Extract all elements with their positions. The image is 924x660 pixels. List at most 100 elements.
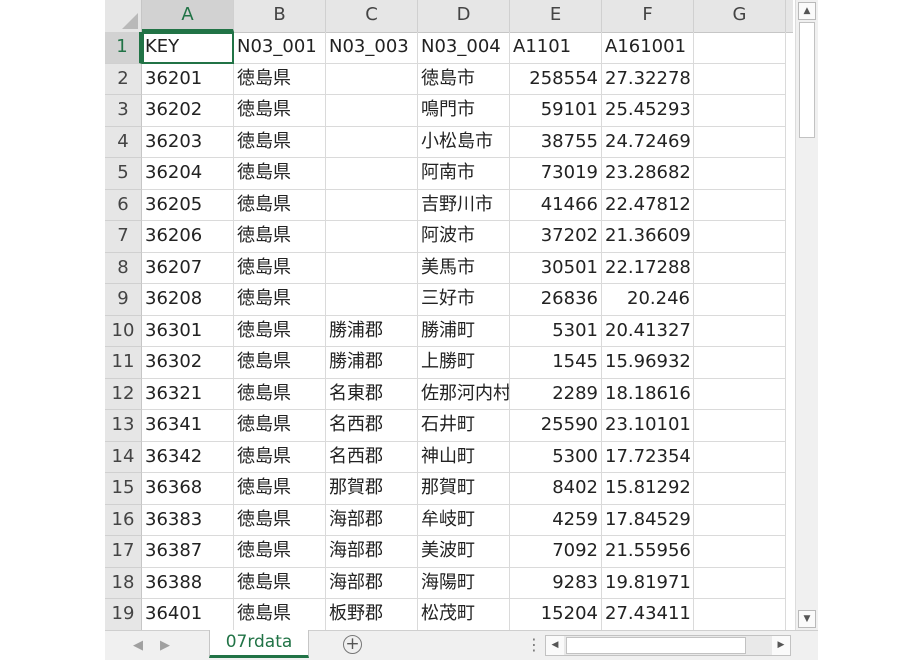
cell-g4[interactable]: [694, 126, 786, 158]
scroll-left-arrow-icon[interactable]: ◀: [546, 636, 564, 655]
row-header-18[interactable]: 18: [105, 567, 142, 599]
cell-b17[interactable]: 徳島県: [234, 536, 326, 568]
row-header-3[interactable]: 3: [105, 95, 142, 127]
cell-a10[interactable]: 36301: [142, 315, 234, 347]
cell-f13[interactable]: 23.10101: [602, 410, 694, 442]
cell-f2[interactable]: 27.32278: [602, 63, 694, 95]
cell-b2[interactable]: 徳島県: [234, 63, 326, 95]
cell-a18[interactable]: 36388: [142, 567, 234, 599]
cell-f8[interactable]: 22.17288: [602, 252, 694, 284]
cell-a9[interactable]: 36208: [142, 284, 234, 316]
cell-d13[interactable]: 石井町: [418, 410, 510, 442]
row-header-15[interactable]: 15: [105, 473, 142, 505]
cell-e17[interactable]: 7092: [510, 536, 602, 568]
cell-b13[interactable]: 徳島県: [234, 410, 326, 442]
cell-b1[interactable]: N03_001: [234, 32, 326, 64]
cell-f11[interactable]: 15.96932: [602, 347, 694, 379]
cell-d6[interactable]: 吉野川市: [418, 189, 510, 221]
cell-c13[interactable]: 名西郡: [326, 410, 418, 442]
cell-d4[interactable]: 小松島市: [418, 126, 510, 158]
column-header-c[interactable]: C: [326, 0, 418, 32]
cell-b14[interactable]: 徳島県: [234, 441, 326, 473]
cell-c18[interactable]: 海部郡: [326, 567, 418, 599]
row-header-12[interactable]: 12: [105, 378, 142, 410]
row-header-8[interactable]: 8: [105, 252, 142, 284]
cell-d14[interactable]: 神山町: [418, 441, 510, 473]
cell-f12[interactable]: 18.18616: [602, 378, 694, 410]
cell-d11[interactable]: 上勝町: [418, 347, 510, 379]
cell-e1[interactable]: A1101: [510, 32, 602, 64]
cell-e16[interactable]: 4259: [510, 504, 602, 536]
cell-b19[interactable]: 徳島県: [234, 599, 326, 631]
scroll-down-arrow-icon[interactable]: ▼: [798, 610, 816, 628]
column-header-f[interactable]: F: [602, 0, 694, 32]
cell-f7[interactable]: 21.36609: [602, 221, 694, 253]
cell-e4[interactable]: 38755: [510, 126, 602, 158]
horizontal-scrollbar[interactable]: ◀ ▶: [545, 635, 791, 656]
cell-b18[interactable]: 徳島県: [234, 567, 326, 599]
cell-e18[interactable]: 9283: [510, 567, 602, 599]
cell-g2[interactable]: [694, 63, 786, 95]
cell-b4[interactable]: 徳島県: [234, 126, 326, 158]
cell-e12[interactable]: 2289: [510, 378, 602, 410]
cell-c15[interactable]: 那賀郡: [326, 473, 418, 505]
cell-e7[interactable]: 37202: [510, 221, 602, 253]
cell-a4[interactable]: 36203: [142, 126, 234, 158]
cell-f19[interactable]: 27.43411: [602, 599, 694, 631]
cell-g6[interactable]: [694, 189, 786, 221]
cell-d16[interactable]: 牟岐町: [418, 504, 510, 536]
row-header-19[interactable]: 19: [105, 599, 142, 631]
cell-g14[interactable]: [694, 441, 786, 473]
cell-f10[interactable]: 20.41327: [602, 315, 694, 347]
row-header-5[interactable]: 5: [105, 158, 142, 190]
cell-d10[interactable]: 勝浦町: [418, 315, 510, 347]
cell-d18[interactable]: 海陽町: [418, 567, 510, 599]
vertical-scroll-thumb[interactable]: [799, 22, 815, 138]
add-sheet-button[interactable]: +: [343, 635, 362, 654]
cell-a2[interactable]: 36201: [142, 63, 234, 95]
cell-f6[interactable]: 22.47812: [602, 189, 694, 221]
cell-a3[interactable]: 36202: [142, 95, 234, 127]
cell-e3[interactable]: 59101: [510, 95, 602, 127]
cell-g18[interactable]: [694, 567, 786, 599]
cell-g13[interactable]: [694, 410, 786, 442]
cell-d8[interactable]: 美馬市: [418, 252, 510, 284]
cell-d5[interactable]: 阿南市: [418, 158, 510, 190]
sheet-tab-active[interactable]: 07rdata: [209, 630, 309, 658]
cell-g16[interactable]: [694, 504, 786, 536]
cell-f16[interactable]: 17.84529: [602, 504, 694, 536]
column-header-b[interactable]: B: [234, 0, 326, 32]
cell-d19[interactable]: 松茂町: [418, 599, 510, 631]
cell-g3[interactable]: [694, 95, 786, 127]
select-all-corner[interactable]: [105, 0, 142, 32]
cell-e6[interactable]: 41466: [510, 189, 602, 221]
cell-c11[interactable]: 勝浦郡: [326, 347, 418, 379]
cell-f18[interactable]: 19.81971: [602, 567, 694, 599]
cell-e11[interactable]: 1545: [510, 347, 602, 379]
cell-g1[interactable]: [694, 32, 786, 64]
cell-g15[interactable]: [694, 473, 786, 505]
cell-c2[interactable]: [326, 63, 418, 95]
cell-a16[interactable]: 36383: [142, 504, 234, 536]
cell-g7[interactable]: [694, 221, 786, 253]
cell-a7[interactable]: 36206: [142, 221, 234, 253]
cell-f3[interactable]: 25.45293: [602, 95, 694, 127]
cell-b12[interactable]: 徳島県: [234, 378, 326, 410]
row-header-16[interactable]: 16: [105, 504, 142, 536]
cell-b3[interactable]: 徳島県: [234, 95, 326, 127]
row-header-14[interactable]: 14: [105, 441, 142, 473]
row-header-7[interactable]: 7: [105, 221, 142, 253]
cell-a12[interactable]: 36321: [142, 378, 234, 410]
cell-d12[interactable]: 佐那河内村: [418, 378, 510, 410]
cell-g5[interactable]: [694, 158, 786, 190]
cell-d1[interactable]: N03_004: [418, 32, 510, 64]
row-header-11[interactable]: 11: [105, 347, 142, 379]
cell-a1[interactable]: KEY: [142, 32, 234, 64]
row-header-17[interactable]: 17: [105, 536, 142, 568]
cell-c19[interactable]: 板野郡: [326, 599, 418, 631]
cell-f4[interactable]: 24.72469: [602, 126, 694, 158]
cell-f9[interactable]: 20.246: [602, 284, 694, 316]
cell-c14[interactable]: 名西郡: [326, 441, 418, 473]
cell-d2[interactable]: 徳島市: [418, 63, 510, 95]
cell-c3[interactable]: [326, 95, 418, 127]
